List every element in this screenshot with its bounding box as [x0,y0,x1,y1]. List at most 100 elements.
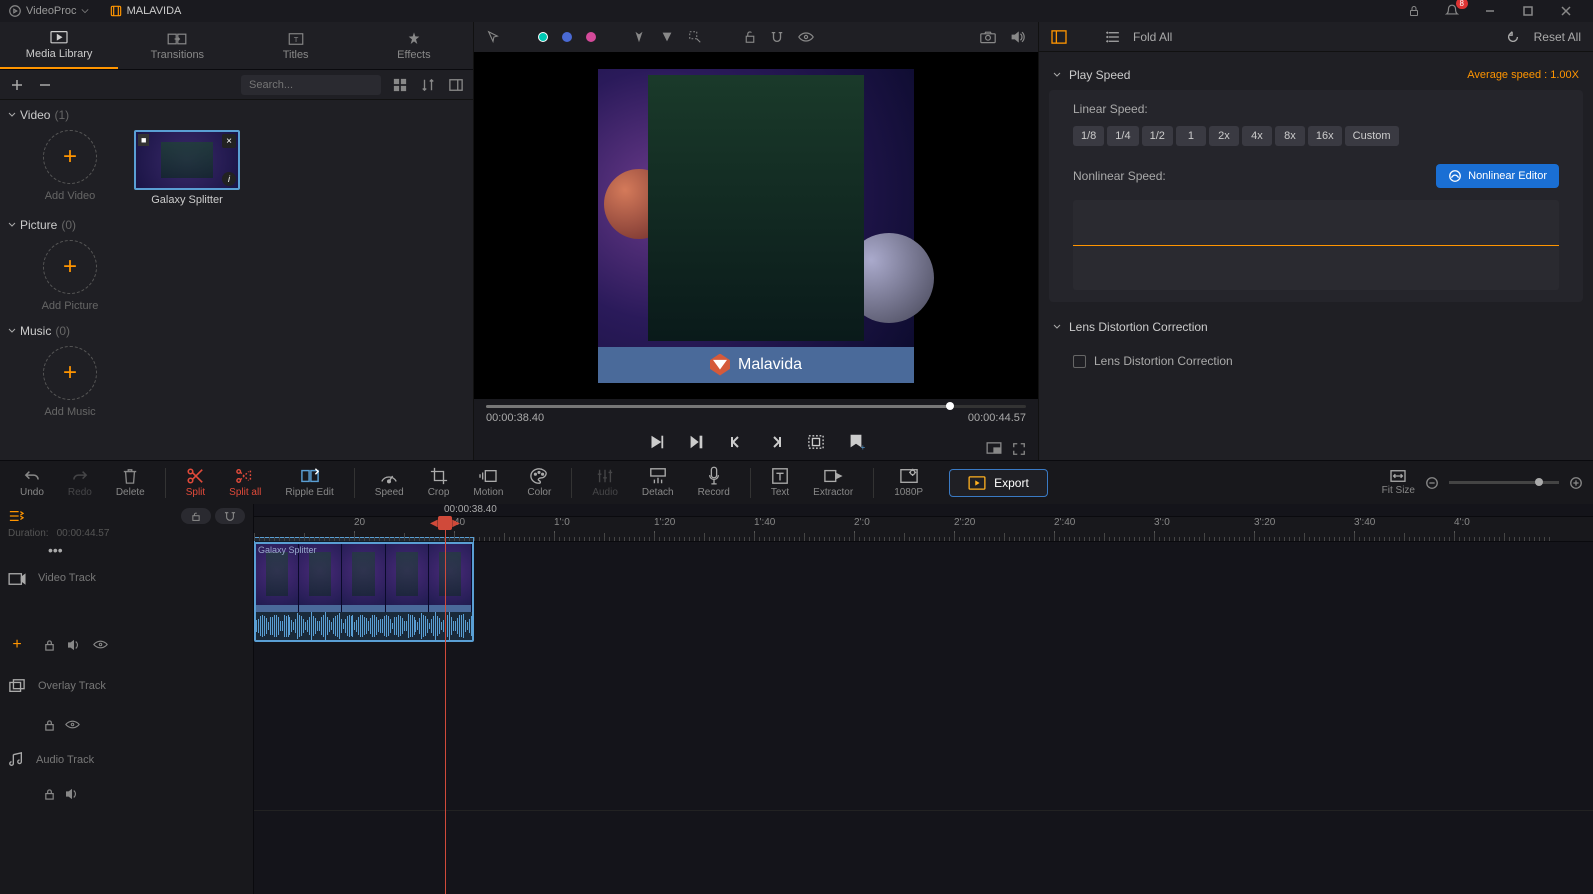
zoom-in-icon[interactable] [1569,476,1583,490]
playhead-handle[interactable]: ◀▶ [430,516,460,530]
remove-media-icon[interactable]: × [222,134,236,148]
remove-icon[interactable] [36,76,54,94]
add-icon[interactable] [8,76,26,94]
resolution-button[interactable]: 1080P [884,467,933,498]
music-section-header[interactable]: Music(0) [8,324,465,338]
preview-viewport[interactable]: Malavida [474,52,1038,399]
eye-icon[interactable] [798,31,814,43]
marker-tool2-icon[interactable] [660,30,674,44]
color-blue[interactable] [562,32,572,42]
motion-button[interactable]: Motion [463,467,513,498]
video-track-header[interactable]: Video Track + [0,558,253,658]
project-name[interactable]: MALAVIDA [109,4,182,18]
cursor-icon[interactable] [486,30,500,44]
select-tool-icon[interactable] [688,30,702,44]
close-button[interactable] [1547,0,1585,22]
crop-button[interactable]: Crop [418,467,460,498]
track-options-icon[interactable]: ••• [0,542,253,558]
overlay-track-header[interactable]: Overlay Track [0,658,253,714]
next-frame-button[interactable] [765,434,787,450]
lock-icon[interactable] [44,639,55,652]
speed-option-button[interactable]: 1/4 [1107,126,1138,146]
lens-header[interactable]: Lens Distortion Correction [1039,312,1593,342]
play-speed-header[interactable]: Play Speed Average speed : 1.00X [1039,60,1593,90]
audio-track-header[interactable]: Audio Track [0,736,253,784]
lock-icon[interactable] [44,719,55,732]
lens-checkbox[interactable]: Lens Distortion Correction [1073,354,1559,368]
pip-icon[interactable] [986,442,1002,456]
app-menu[interactable]: VideoProc [8,4,89,18]
speed-option-button[interactable]: 1 [1176,126,1206,146]
speed-button[interactable]: Speed [365,467,414,498]
info-icon[interactable]: i [222,172,236,186]
speed-option-button[interactable]: 1/8 [1073,126,1104,146]
fit-size-button[interactable]: Fit Size [1382,469,1415,496]
speed-option-button[interactable]: 2x [1209,126,1239,146]
speed-option-button[interactable]: 4x [1242,126,1272,146]
unlock-toggle[interactable] [181,508,211,524]
unlock-icon[interactable] [744,30,756,44]
split-all-button[interactable]: Split all [219,467,271,498]
video-section-header[interactable]: Video(1) [8,108,465,122]
volume-icon[interactable] [67,639,81,652]
minimize-button[interactable] [1471,0,1509,22]
speed-option-button[interactable]: 8x [1275,126,1305,146]
volume-icon[interactable] [65,788,79,801]
timeline-tracks[interactable]: 00:00:38.40 ◀▶ 20401':01':201':402':02':… [254,504,1593,894]
prev-frame-button[interactable] [725,434,747,450]
video-clip[interactable]: Galaxy Splitter [254,542,474,642]
lock-icon[interactable] [44,788,55,801]
reset-icon[interactable] [1506,30,1520,44]
magnet-toggle[interactable] [215,508,245,524]
add-track-icon[interactable]: + [8,636,26,654]
nonlinear-editor-button[interactable]: Nonlinear Editor [1436,164,1559,188]
speed-option-button[interactable]: Custom [1345,126,1399,146]
tab-titles[interactable]: T Titles [237,22,355,69]
eye-icon[interactable] [93,639,108,652]
add-video-tile[interactable]: + Add Video [20,130,120,206]
ripple-edit-button[interactable]: Ripple Edit [275,467,343,498]
marker-tool-icon[interactable] [632,30,646,44]
tab-effects[interactable]: Effects [355,22,473,69]
snapshot-icon[interactable] [980,30,996,44]
auto-arrange-icon[interactable] [8,509,24,523]
add-music-tile[interactable]: + Add Music [20,346,120,418]
redo-button[interactable]: Redo [58,467,102,498]
notification-icon[interactable]: 8 [1433,0,1471,22]
volume-icon[interactable] [1010,30,1026,44]
speed-option-button[interactable]: 1/2 [1142,126,1173,146]
snap-icon[interactable] [770,30,784,44]
play-next-button[interactable] [685,433,707,451]
panel-toggle-icon[interactable] [447,76,465,94]
media-item[interactable]: ■ × i Galaxy Splitter [132,130,242,206]
mark-button[interactable]: + [845,433,867,451]
fold-all-label[interactable]: Fold All [1133,30,1172,44]
undo-button[interactable]: Undo [10,467,54,498]
tab-transitions[interactable]: Transitions [118,22,236,69]
extractor-button[interactable]: Extractor [803,467,863,498]
speed-option-button[interactable]: 16x [1308,126,1342,146]
nonlinear-graph[interactable] [1073,200,1559,290]
reset-all-label[interactable]: Reset All [1534,30,1581,44]
grid-view-icon[interactable] [391,76,409,94]
eye-icon[interactable] [65,719,80,732]
fold-all-icon[interactable] [1105,31,1119,43]
maximize-button[interactable] [1509,0,1547,22]
play-button[interactable] [645,433,667,451]
seek-bar[interactable] [486,405,1026,408]
zoom-out-icon[interactable] [1425,476,1439,490]
export-button[interactable]: Export [949,469,1048,497]
text-button[interactable]: Text [761,467,799,498]
sort-icon[interactable] [419,76,437,94]
color-button[interactable]: Color [517,467,561,498]
lock-icon[interactable] [1395,0,1433,22]
search-input[interactable] [241,75,381,95]
color-cyan[interactable] [538,32,548,42]
split-button[interactable]: Split [176,467,215,498]
playhead[interactable] [445,518,446,894]
delete-button[interactable]: Delete [106,467,155,498]
zoom-slider[interactable] [1449,481,1559,484]
record-button[interactable]: Record [688,467,740,498]
checkbox-icon[interactable] [1073,355,1086,368]
picture-section-header[interactable]: Picture(0) [8,218,465,232]
